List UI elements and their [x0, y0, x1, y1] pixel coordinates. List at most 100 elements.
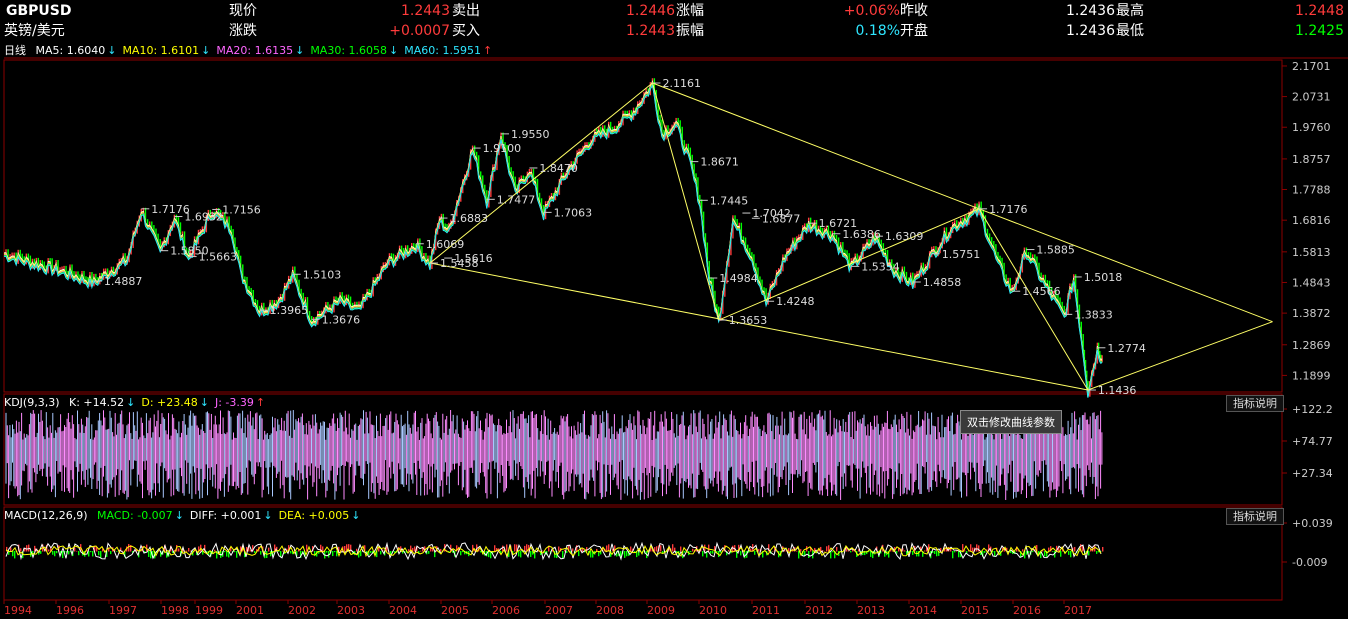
date-label: 2014 — [909, 604, 937, 617]
ma_legend-item-4: MA60: 1.5951 — [404, 44, 481, 57]
macd-bar — [740, 551, 742, 556]
price-tick-label: 2.1701 — [1292, 60, 1331, 73]
macd-bar — [984, 551, 986, 553]
macd-bar — [530, 551, 532, 557]
macd-bar — [1044, 551, 1046, 557]
macd-bar — [702, 551, 704, 557]
kdj-indicator-help-button[interactable]: 指标说明 — [1226, 395, 1284, 412]
macd-bar — [572, 548, 574, 552]
price-tick-label: 1.4843 — [1292, 276, 1331, 289]
macd-bar — [656, 546, 658, 552]
annotation-label: 1.7156 — [222, 203, 261, 216]
macd-bar — [562, 551, 564, 559]
annotation-label: 1.6386 — [842, 228, 881, 241]
price-tick-label: 1.3872 — [1292, 307, 1331, 320]
date-label: 2012 — [805, 604, 833, 617]
annotation-label: 1.9550 — [511, 128, 550, 141]
macd-bar — [680, 546, 682, 552]
kdj-tick-label: +27.34 — [1292, 467, 1333, 480]
trendline — [978, 208, 1089, 391]
annotation-label: 1.4248 — [776, 295, 815, 308]
ma_legend-item-3: MA30: 1.6058 — [310, 44, 388, 57]
macd-tick-label: +0.039 — [1292, 517, 1333, 530]
macd-bar — [92, 551, 94, 557]
macd-bar — [56, 551, 58, 554]
macd-bar — [936, 551, 938, 557]
macd-bar — [1010, 551, 1012, 554]
annotation-label: 1.7445 — [710, 194, 749, 207]
ma_legend-arrow-1: ↓ — [201, 44, 211, 57]
macd-bar — [14, 551, 16, 559]
kdj_legend-item-2: J: -3.39 — [214, 396, 254, 409]
macd-bar — [254, 551, 256, 554]
macd-bar — [360, 551, 362, 557]
date-label: 2015 — [961, 604, 989, 617]
price-tick-label: 1.1899 — [1292, 369, 1331, 382]
macd_legend-arrow-2: ↓ — [351, 509, 361, 522]
macd-bar — [116, 551, 118, 552]
date-label: 1994 — [4, 604, 32, 617]
annotation-label: 1.3833 — [1074, 308, 1113, 321]
annotation-label: 1.4984 — [719, 272, 758, 285]
price-tick-label: 1.8757 — [1292, 153, 1331, 166]
annotation-label: 1.6883 — [449, 212, 488, 225]
macd-bar — [148, 551, 150, 557]
macd-bar — [1052, 551, 1054, 552]
annotation-label: 1.3965 — [270, 304, 309, 317]
ma_legend-item-2: MA20: 1.6135 — [216, 44, 294, 57]
macd-bar — [542, 550, 544, 552]
ma_legend-arrow-3: ↓ — [389, 44, 399, 57]
annotation-label: 1.6069 — [426, 238, 465, 251]
annotation-label: 1.3653 — [729, 314, 768, 327]
price-chart[interactable]: 2.1701 2.0731 1.9760 1.8757 1.7788 1.6816 1.58… — [0, 0, 1348, 619]
macd-bar — [40, 551, 42, 554]
macd-bar — [460, 551, 462, 556]
date-label: 2005 — [441, 604, 469, 617]
main-panel-frame — [3, 59, 1283, 393]
macd-bar — [912, 551, 914, 555]
macd-bar — [428, 551, 430, 554]
kdj_legend-arrow-2: ↑ — [255, 396, 266, 409]
macd-bar — [370, 551, 372, 553]
ma_legend-arrow-2: ↓ — [295, 44, 305, 57]
trendline — [1087, 321, 1273, 391]
macd-bar — [178, 548, 180, 552]
macd-bar — [332, 551, 334, 557]
annotation-label: 1.6309 — [885, 230, 924, 243]
macd-bar — [282, 550, 284, 552]
macd-bar — [278, 551, 280, 552]
tooltip: 双击修改曲线参数 — [960, 410, 1062, 434]
price-tick-label: 1.9760 — [1292, 121, 1331, 134]
ma_legend-item-0: MA5: 1.6040 — [35, 44, 106, 57]
macd-bar — [420, 550, 422, 552]
macd-bar — [690, 551, 692, 553]
macd-bar — [78, 551, 80, 556]
macd-bar — [970, 544, 972, 552]
macd-bar — [934, 551, 936, 554]
macd-bar — [832, 551, 834, 553]
macd-bar — [754, 551, 756, 555]
price-tick-label: 2.0731 — [1292, 91, 1331, 104]
macd-bar — [566, 551, 568, 553]
annotation-label: 1.5616 — [454, 252, 493, 265]
macd-indicator-help-button[interactable]: 指标说明 — [1226, 508, 1284, 525]
macd-bar — [322, 546, 324, 552]
macd-bar — [958, 551, 960, 558]
macd-bar — [952, 551, 954, 559]
date-label: 2004 — [389, 604, 417, 617]
macd-bar — [672, 544, 674, 552]
macd-bar — [710, 551, 712, 554]
date-label: 2010 — [699, 604, 727, 617]
annotation-label: 2.1161 — [662, 77, 701, 90]
annotation-label: 1.5663 — [199, 251, 238, 264]
macd-bar — [798, 551, 800, 559]
macd-bar — [188, 547, 190, 552]
macd-bar — [824, 550, 826, 552]
macd-bar — [624, 551, 626, 558]
macd-bar — [976, 544, 978, 552]
annotation-label: 1.9100 — [483, 142, 521, 155]
macd_legend-item-1: DIFF: +0.001 — [189, 509, 262, 522]
annotation-label: 1.1436 — [1098, 384, 1137, 397]
date-label: 2001 — [236, 604, 264, 617]
ma_legend-arrow-0: ↓ — [107, 44, 117, 57]
